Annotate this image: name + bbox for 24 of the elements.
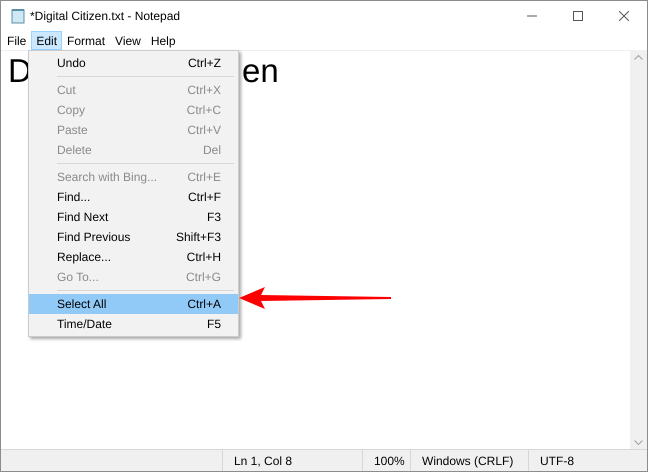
close-icon (619, 11, 629, 21)
vertical-scrollbar[interactable] (630, 51, 647, 449)
scroll-up-icon (634, 55, 643, 60)
menu-item[interactable]: Undo Ctrl+Z (29, 53, 238, 73)
menu-bar-item[interactable]: Help (146, 31, 181, 50)
menu-item[interactable]: Replace... Ctrl+H (29, 247, 238, 267)
status-bar-field: Ln 1, Col 8 (222, 450, 362, 471)
menu-bar-item[interactable]: Format (62, 31, 110, 50)
menu-bar-item[interactable]: Edit (31, 31, 62, 50)
window-title: *Digital Citizen.txt - Notepad (30, 8, 180, 25)
menu-item[interactable]: Find Previous Shift+F3 (29, 227, 238, 247)
menu-item[interactable]: Find... Ctrl+F (29, 187, 238, 207)
maximize-icon (573, 11, 583, 21)
menu-item[interactable]: Time/Date F5 (29, 314, 238, 334)
notepad-icon (10, 8, 26, 24)
menu-bar-item[interactable]: View (110, 31, 146, 50)
status-bar-field: UTF-8 (528, 450, 647, 471)
menu-bar-item[interactable]: File (2, 31, 32, 50)
scroll-down-icon (634, 440, 643, 445)
menu-item[interactable]: Find Next F3 (29, 207, 238, 227)
status-bar-field: Windows (CRLF) (410, 450, 528, 471)
status-bar-field: 100% (362, 450, 410, 471)
menu-item[interactable]: Select All Ctrl+A (29, 294, 238, 314)
document-text: en (242, 51, 279, 91)
